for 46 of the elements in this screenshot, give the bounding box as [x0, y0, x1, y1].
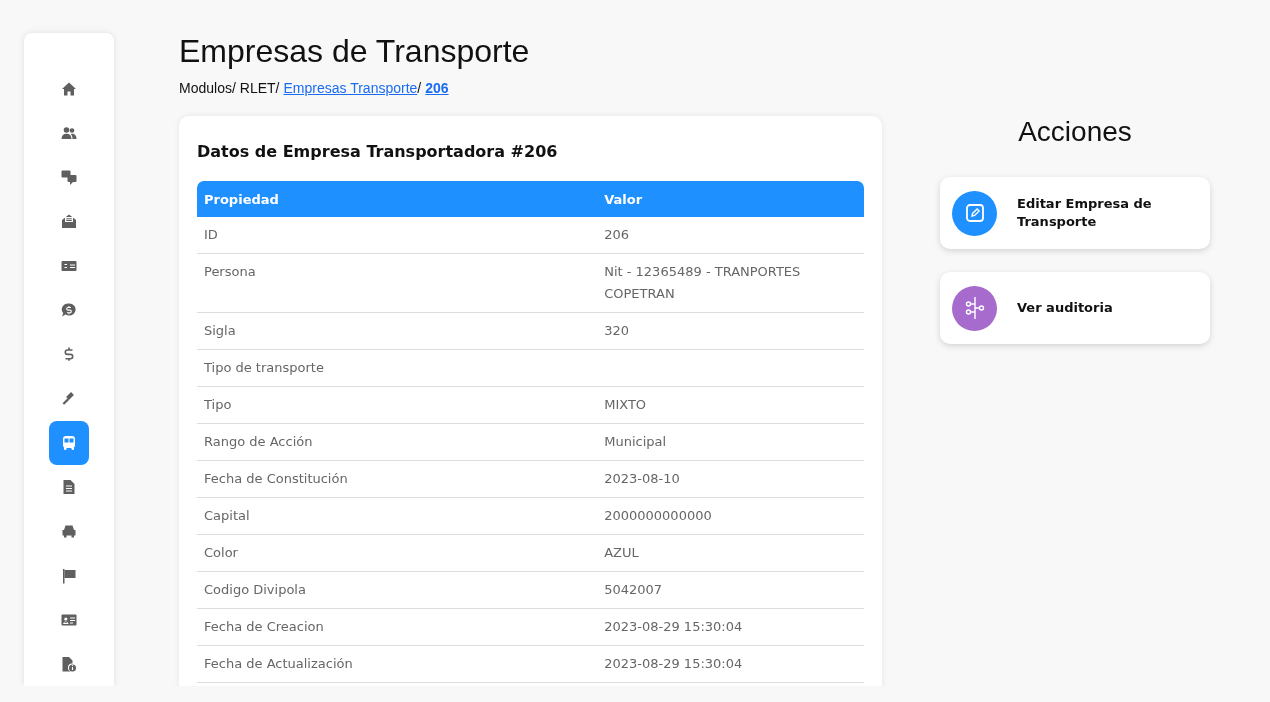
- flag-icon: [61, 567, 77, 584]
- table-cell: AZUL: [604, 545, 639, 560]
- file-info-icon: [61, 656, 77, 673]
- table-cell: Rango de Acción: [204, 434, 313, 449]
- table-cell: Tipo: [204, 397, 232, 412]
- page-title: Empresas de Transporte: [179, 33, 531, 70]
- column-header: Valor: [603, 191, 644, 207]
- action-card[interactable]: Ver auditoria: [940, 272, 1210, 344]
- table-cell: 2023-08-29 15:30:04: [604, 656, 743, 671]
- column-header: Propiedad: [203, 191, 280, 207]
- users-icon: [61, 124, 77, 141]
- table-cell: Sigla: [204, 323, 236, 338]
- table-cell: Color: [204, 545, 238, 560]
- table-cell: Municipal: [604, 434, 667, 449]
- bus-icon: [61, 434, 77, 451]
- table-cell: 2023-08-10: [604, 471, 680, 486]
- breadcrumb-current[interactable]: 206: [425, 80, 449, 96]
- table-cell: Fecha de Actualización: [204, 656, 353, 671]
- id-card-icon: [61, 612, 77, 628]
- table-cell: Persona: [204, 264, 256, 279]
- table-cell: 2000000000000: [604, 508, 712, 523]
- breadcrumb-item: /: [417, 80, 422, 96]
- table-cell: Nit - 12365489 - TRANPORTES COPETRAN: [604, 264, 801, 301]
- breadcrumb-link[interactable]: Empresas Transporte: [283, 80, 418, 96]
- table-cell: MIXTO: [604, 397, 647, 412]
- table-cell: Fecha de Creacion: [204, 619, 324, 634]
- dollar-chat-icon: [61, 302, 77, 319]
- document-icon: [61, 479, 77, 496]
- action-card[interactable]: Editar Empresa de Transporte: [940, 177, 1210, 249]
- car-icon: [61, 523, 77, 540]
- envelope-icon: [61, 213, 77, 230]
- table-cell: ID: [204, 227, 218, 242]
- table-cell: 320: [604, 323, 629, 338]
- table-cell: 5042007: [604, 582, 663, 597]
- table-cell: 206: [604, 227, 629, 242]
- table-cell: 2023-08-29 15:30:04: [604, 619, 743, 634]
- breadcrumb-item: Modulos/: [179, 80, 236, 96]
- table-cell: Capital: [204, 508, 250, 523]
- table-cell: Fecha de Constitución: [204, 471, 348, 486]
- actions-title: Acciones: [1017, 116, 1133, 148]
- sidebar-item[interactable]: [49, 421, 89, 465]
- card-title: Datos de Empresa Transportadora #206: [197, 142, 559, 161]
- table-cell: Codigo Divipola: [204, 582, 306, 597]
- table-cell: Tipo de transporte: [204, 360, 324, 375]
- home-icon: [61, 80, 77, 97]
- breadcrumb-item: RLET/: [239, 80, 280, 96]
